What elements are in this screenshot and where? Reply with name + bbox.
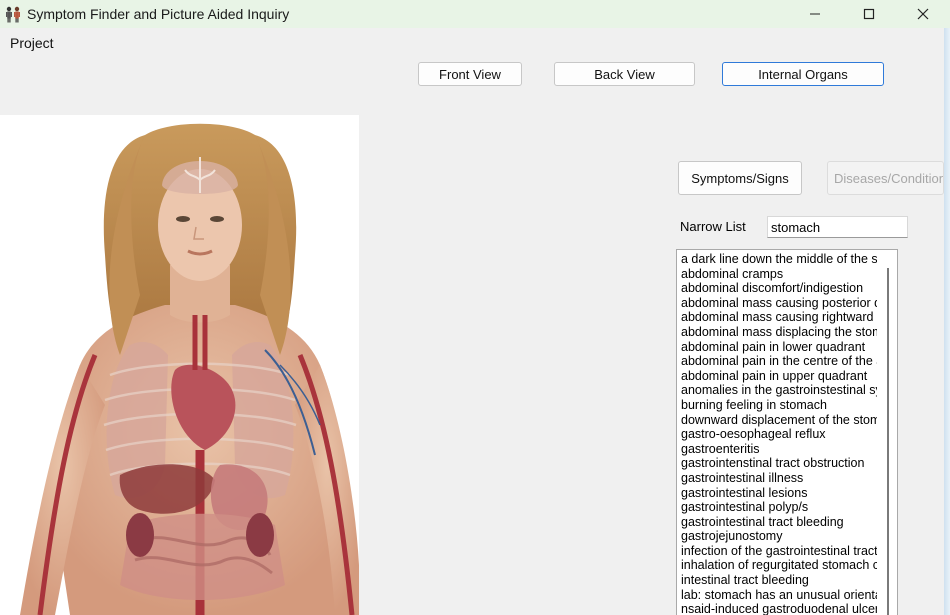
list-item[interactable]: gastrojejunostomy (681, 529, 877, 544)
minimize-button[interactable] (788, 0, 842, 28)
close-icon (917, 8, 929, 20)
anatomy-image[interactable] (0, 115, 359, 615)
back-view-button[interactable]: Back View (554, 62, 695, 86)
list-item[interactable]: burning feeling in stomach (681, 398, 877, 413)
list-item[interactable]: intestinal tract bleeding (681, 573, 877, 588)
list-item[interactable]: gastrointestinal tract bleeding (681, 515, 877, 530)
window-controls (788, 0, 950, 28)
list-item[interactable]: infection of the gastrointestinal tract (681, 544, 877, 559)
narrow-list-input[interactable] (767, 216, 908, 238)
list-item[interactable]: lab: stomach has an unusual orientation (681, 588, 877, 603)
list-item[interactable]: gastrointestinal polyp/s (681, 500, 877, 515)
scrollbar-thumb[interactable] (887, 268, 889, 615)
list-item[interactable]: abdominal pain in lower quadrant (681, 340, 877, 355)
list-item[interactable]: gastro-oesophageal reflux (681, 427, 877, 442)
title-bar: Symptom Finder and Picture Aided Inquiry (0, 0, 950, 28)
window-title: Symptom Finder and Picture Aided Inquiry (27, 6, 290, 22)
list-item[interactable]: gastrointenstinal tract obstruction (681, 456, 877, 471)
list-item[interactable]: downward displacement of the stomach (681, 413, 877, 428)
diseases-conditions-tab[interactable]: Diseases/Conditions (827, 161, 944, 195)
symptom-listbox[interactable]: a dark line down the middle of the stoma… (676, 249, 898, 615)
list-item[interactable]: gastrointestinal lesions (681, 486, 877, 501)
app-icon (4, 5, 22, 23)
desktop-edge (944, 28, 950, 615)
list-item[interactable]: anomalies in the gastroinstestinal syste… (681, 383, 877, 398)
list-item[interactable]: abdominal mass causing rightward displac… (681, 310, 877, 325)
menu-project[interactable]: Project (0, 35, 54, 51)
maximize-button[interactable] (842, 0, 896, 28)
internal-organs-button[interactable]: Internal Organs (722, 62, 884, 86)
list-item[interactable]: inhalation of regurgitated stomach conte… (681, 558, 877, 573)
list-item[interactable]: abdominal mass displacing the stomach (681, 325, 877, 340)
list-item[interactable]: abdominal cramps (681, 267, 877, 282)
list-item[interactable]: abdominal pain in the centre of the abdo… (681, 354, 877, 369)
internal-organs-figure (20, 123, 359, 615)
narrow-list-label: Narrow List (680, 219, 746, 234)
minimize-icon (810, 13, 820, 15)
list-item[interactable]: gastroenteritis (681, 442, 877, 457)
list-item[interactable]: nsaid-induced gastroduodenal ulcers (681, 602, 877, 615)
symptoms-signs-tab[interactable]: Symptoms/Signs (678, 161, 802, 195)
maximize-icon (863, 8, 875, 20)
close-button[interactable] (896, 0, 950, 28)
list-item[interactable]: a dark line down the middle of the stoma… (681, 252, 877, 267)
vertical-scrollbar[interactable] (879, 250, 897, 615)
list-item[interactable]: abdominal mass causing posterior displac… (681, 296, 877, 311)
list-item[interactable]: gastrointestinal illness (681, 471, 877, 486)
symptom-list-items: a dark line down the middle of the stoma… (681, 252, 877, 615)
front-view-button[interactable]: Front View (418, 62, 522, 86)
list-item[interactable]: abdominal pain in upper quadrant (681, 369, 877, 384)
list-item[interactable]: abdominal discomfort/indigestion (681, 281, 877, 296)
menu-bar: Project (0, 28, 950, 58)
